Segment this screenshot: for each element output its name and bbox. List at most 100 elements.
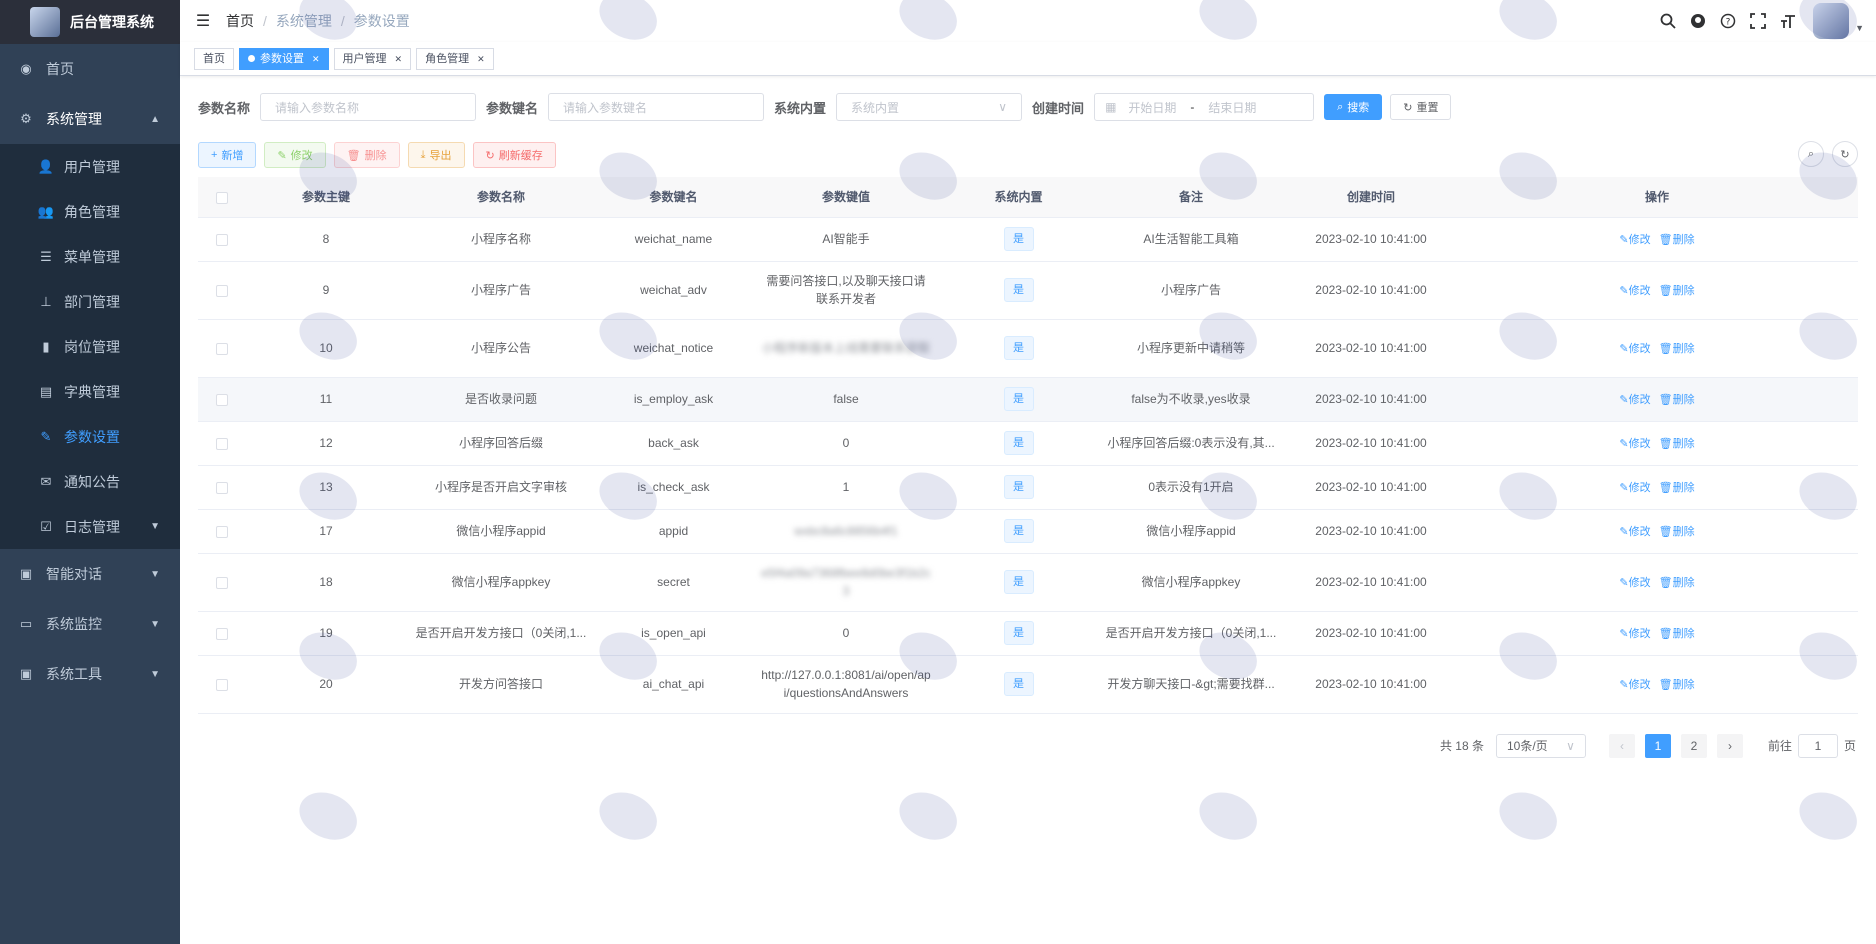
sidebar-item-monitor[interactable]: ▭ 系统监控 ▼ bbox=[0, 599, 180, 649]
edit-button[interactable]: ✎ 修改 bbox=[264, 142, 326, 168]
tag-roles[interactable]: 角色管理 ✕ bbox=[416, 47, 494, 70]
column-header[interactable]: 备注 bbox=[1096, 177, 1286, 218]
page-number[interactable]: 2 bbox=[1680, 733, 1707, 758]
table-row[interactable]: 11 是否收录问题 is_employ_ask false 是 false为不收录,yes… bbox=[198, 377, 1858, 422]
sidebar-item-tools[interactable]: ▣ 系统工具 ▼ bbox=[0, 649, 180, 699]
column-header[interactable]: 系统内置 bbox=[941, 177, 1096, 218]
font-size-icon[interactable] bbox=[1773, 6, 1803, 36]
column-header[interactable]: 创建时间 bbox=[1286, 177, 1456, 218]
sidebar-item-logs[interactable]: ☑ 日志管理 ▼ bbox=[0, 504, 180, 549]
sidebar-item-chat[interactable]: ▣ 智能对话 ▼ bbox=[0, 549, 180, 599]
column-header[interactable]: 参数键名 bbox=[596, 177, 751, 218]
sidebar-item-posts[interactable]: ▮ 岗位管理 bbox=[0, 324, 180, 369]
sidebar-item-config[interactable]: ✎ 参数设置 bbox=[0, 414, 180, 459]
row-edit-button[interactable]: ✎修改 bbox=[1619, 343, 1650, 355]
sidebar-item-depts[interactable]: ⊥ 部门管理 bbox=[0, 279, 180, 324]
prev-page-button[interactable]: ‹ bbox=[1608, 733, 1635, 758]
sidebar-item-home[interactable]: ◉ 首页 bbox=[0, 44, 180, 94]
search-icon[interactable] bbox=[1653, 6, 1683, 36]
page-number[interactable]: 1 bbox=[1644, 733, 1671, 758]
fullscreen-icon[interactable] bbox=[1743, 6, 1773, 36]
tag-home[interactable]: 首页 bbox=[194, 47, 234, 70]
row-checkbox[interactable] bbox=[216, 576, 228, 589]
column-header[interactable]: 参数主键 bbox=[246, 177, 406, 218]
row-checkbox[interactable] bbox=[216, 678, 228, 691]
table-row[interactable]: 17 微信小程序appid appid wxbc8a6c8856b4f1 是 微信小程序a… bbox=[198, 509, 1858, 554]
row-edit-button[interactable]: ✎修改 bbox=[1619, 438, 1650, 450]
next-page-button[interactable]: › bbox=[1716, 733, 1743, 758]
export-button[interactable]: ⤓ 导出 bbox=[407, 142, 465, 168]
row-delete-button[interactable]: 🗑删除 bbox=[1659, 482, 1695, 494]
row-delete-button[interactable]: 🗑删除 bbox=[1659, 438, 1695, 450]
row-checkbox[interactable] bbox=[216, 393, 228, 406]
close-icon[interactable]: ✕ bbox=[477, 49, 485, 69]
row-checkbox[interactable] bbox=[216, 627, 228, 640]
row-checkbox[interactable] bbox=[216, 481, 228, 494]
row-edit-button[interactable]: ✎修改 bbox=[1619, 394, 1650, 406]
row-delete-button[interactable]: 🗑删除 bbox=[1659, 343, 1695, 355]
sidebar-item-system[interactable]: ⚙ 系统管理 ▲ bbox=[0, 94, 180, 144]
column-header[interactable]: 参数名称 bbox=[406, 177, 596, 218]
table-row[interactable]: 20 开发方问答接口 ai_chat_api http://127.0.0.1:808… bbox=[198, 655, 1858, 714]
table-row[interactable]: 10 小程序公告 weichat_notice 小程序新版本上线需要联系获取 是 小程序更… bbox=[198, 319, 1858, 378]
refresh-icon[interactable]: ↻ bbox=[1832, 141, 1858, 167]
row-delete-button[interactable]: 🗑删除 bbox=[1659, 526, 1695, 538]
column-header[interactable]: 参数键值 bbox=[751, 177, 941, 218]
row-checkbox[interactable] bbox=[216, 233, 228, 246]
config-type-select[interactable]: 系统内置 ∨ bbox=[836, 93, 1023, 121]
tag-config[interactable]: 参数设置 ✕ bbox=[239, 47, 329, 70]
row-edit-button[interactable]: ✎修改 bbox=[1619, 234, 1650, 246]
sidebar-item-roles[interactable]: 👥 角色管理 bbox=[0, 189, 180, 234]
sidebar-logo[interactable]: 后台管理系统 bbox=[0, 0, 180, 44]
table-row[interactable]: 12 小程序回答后缀 back_ask 0 是 小程序回答后缀:0表示没有,其... 202… bbox=[198, 421, 1858, 466]
breadcrumb-item[interactable]: 首页 bbox=[226, 11, 254, 31]
tag-users[interactable]: 用户管理 ✕ bbox=[333, 47, 412, 70]
github-icon[interactable] bbox=[1683, 6, 1713, 36]
config-name-input[interactable]: 请输入参数名称 bbox=[260, 93, 477, 121]
row-edit-button[interactable]: ✎修改 bbox=[1619, 679, 1650, 691]
refresh-cache-button[interactable]: ↻ 刷新缓存 bbox=[472, 142, 556, 168]
caret-down-icon[interactable]: ▼ bbox=[1855, 23, 1864, 33]
row-edit-button[interactable]: ✎修改 bbox=[1619, 526, 1650, 538]
avatar[interactable] bbox=[1813, 3, 1850, 39]
sidebar-item-dicts[interactable]: ▤ 字典管理 bbox=[0, 369, 180, 414]
table-row[interactable]: 18 微信小程序appkey secret e5f4a09a7368fbee8d0be… bbox=[198, 553, 1858, 612]
row-delete-button[interactable]: 🗑删除 bbox=[1659, 577, 1695, 589]
row-delete-button[interactable]: 🗑删除 bbox=[1659, 679, 1695, 691]
row-checkbox[interactable] bbox=[216, 342, 228, 355]
row-checkbox[interactable] bbox=[216, 525, 228, 538]
row-delete-button[interactable]: 🗑删除 bbox=[1659, 285, 1695, 297]
add-button[interactable]: + 新增 bbox=[198, 142, 257, 168]
sidebar-item-notices[interactable]: ✉ 通知公告 bbox=[0, 459, 180, 504]
close-icon[interactable]: ✕ bbox=[312, 49, 320, 69]
row-delete-button[interactable]: 🗑删除 bbox=[1659, 628, 1695, 640]
sidebar-item-users[interactable]: 👤 用户管理 bbox=[0, 144, 180, 189]
delete-button[interactable]: 🗑 删除 bbox=[333, 142, 400, 168]
sidebar-item-menus[interactable]: ☰ 菜单管理 bbox=[0, 234, 180, 279]
goto-page-input[interactable]: 1 bbox=[1797, 733, 1838, 758]
config-key-input[interactable]: 请输入参数键名 bbox=[548, 93, 765, 121]
search-button[interactable]: ⌕ 搜索 bbox=[1324, 94, 1383, 120]
table-row[interactable]: 8 小程序名称 weichat_name AI智能手 是 AI生活智能工具箱 2023-02… bbox=[198, 217, 1858, 262]
row-checkbox[interactable] bbox=[216, 284, 228, 297]
end-date-input[interactable]: 结束日期 bbox=[1208, 99, 1256, 116]
date-range-picker[interactable]: ▦ 开始日期 - 结束日期 bbox=[1094, 93, 1315, 121]
row-edit-button[interactable]: ✎修改 bbox=[1619, 482, 1650, 494]
hamburger-icon[interactable]: ☰ bbox=[180, 0, 226, 42]
close-icon[interactable]: ✕ bbox=[395, 49, 403, 69]
row-edit-button[interactable]: ✎修改 bbox=[1619, 577, 1650, 589]
help-icon[interactable]: ? bbox=[1713, 6, 1743, 36]
toggle-search-icon[interactable]: ⌕ bbox=[1798, 141, 1824, 167]
row-delete-button[interactable]: 🗑删除 bbox=[1659, 394, 1695, 406]
row-edit-button[interactable]: ✎修改 bbox=[1619, 285, 1650, 297]
row-delete-button[interactable]: 🗑删除 bbox=[1659, 234, 1695, 246]
reset-button[interactable]: ↻ 重置 bbox=[1390, 94, 1452, 120]
row-checkbox[interactable] bbox=[216, 437, 228, 450]
table-row[interactable]: 13 小程序是否开启文字审核 is_check_ask 1 是 0表示没有1开启 2023-… bbox=[198, 465, 1858, 510]
start-date-input[interactable]: 开始日期 bbox=[1128, 99, 1176, 116]
table-row[interactable]: 9 小程序广告 weichat_adv 需要问答接口,以及聊天接口请联系开发者 是 小程序… bbox=[198, 261, 1858, 320]
table-row[interactable]: 19 是否开启开发方接口（0关闭,1... is_open_api 0 是 是否开启开发方… bbox=[198, 611, 1858, 656]
row-edit-button[interactable]: ✎修改 bbox=[1619, 628, 1650, 640]
select-all-checkbox[interactable] bbox=[216, 191, 228, 204]
page-size-select[interactable]: 10条/页 ∨ bbox=[1495, 733, 1586, 758]
